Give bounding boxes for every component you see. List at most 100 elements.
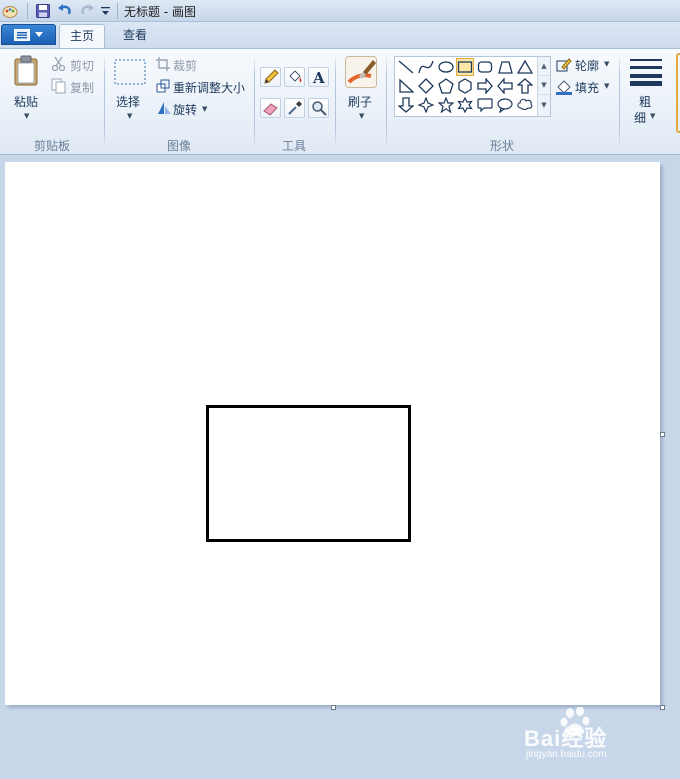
shape-line[interactable] xyxy=(397,58,415,76)
ribbon-tab-strip: 主页 查看 xyxy=(0,22,680,48)
hexagon-shape-icon xyxy=(458,78,472,94)
brush-icon[interactable] xyxy=(345,56,377,88)
outline-button[interactable]: 轮廓 xyxy=(575,57,599,74)
customize-dropdown-icon[interactable] xyxy=(99,3,111,19)
shape-triangle[interactable] xyxy=(516,58,534,76)
text-icon: A xyxy=(312,69,325,85)
fill-button[interactable]: 填充 xyxy=(575,79,599,96)
paint-app-icon[interactable] xyxy=(2,3,18,19)
window-title: 无标题 - 画图 xyxy=(124,5,196,19)
cut-icon xyxy=(51,56,67,72)
save-icon[interactable] xyxy=(35,3,51,19)
shapes-gallery-scroller[interactable]: ▲ ▼ ▼ xyxy=(537,57,550,116)
group-label-image: 图像 xyxy=(167,139,192,153)
shape-five-point-star[interactable] xyxy=(437,96,455,114)
tab-view[interactable]: 查看 xyxy=(113,24,157,48)
rotate-button[interactable]: 旋转 xyxy=(173,101,197,118)
eraser-icon xyxy=(262,103,278,116)
svg-text:A: A xyxy=(312,69,325,85)
shape-oval-callout[interactable] xyxy=(496,96,514,114)
group-label-clipboard: 剪贴板 xyxy=(34,139,71,153)
fill-dropdown-icon[interactable]: ▼ xyxy=(604,82,609,90)
pencil-tool[interactable] xyxy=(260,67,281,87)
shape-up-arrow[interactable] xyxy=(516,77,534,95)
shape-curve[interactable] xyxy=(417,58,435,76)
paint-menu-button[interactable] xyxy=(1,24,56,45)
ribbon-home: 粘贴 ▼ 剪切 复制 剪贴板 选择 ▼ 裁剪 重新调整大小 旋转 ▼ 图像 A xyxy=(0,48,680,155)
resize-icon xyxy=(156,79,170,93)
cloud-callout-shape-icon xyxy=(517,98,533,111)
color-picker-icon xyxy=(287,101,302,115)
tab-home[interactable]: 主页 xyxy=(59,24,106,48)
size-dropdown-icon[interactable]: ▼ xyxy=(650,112,655,120)
canvas-resize-handle-right[interactable] xyxy=(660,432,665,437)
brushes-button[interactable]: 刷子 xyxy=(348,93,372,110)
copy-icon xyxy=(51,78,67,94)
polygon-shape-icon xyxy=(498,61,513,74)
title-bar: 无标题 - 画图 xyxy=(0,0,680,22)
paste-icon[interactable] xyxy=(13,55,41,87)
shape-right-triangle[interactable] xyxy=(397,77,415,95)
size-icon[interactable] xyxy=(630,58,662,86)
select-button[interactable]: 选择 xyxy=(116,93,140,110)
shape-diamond[interactable] xyxy=(417,77,435,95)
select-dropdown-icon[interactable]: ▼ xyxy=(127,112,132,120)
six-point-star-shape-icon xyxy=(457,97,473,113)
select-icon[interactable] xyxy=(114,59,146,85)
pencil-icon xyxy=(263,69,279,84)
pentagon-shape-icon xyxy=(438,78,454,94)
brushes-dropdown-icon[interactable]: ▼ xyxy=(359,112,364,120)
left-arrow-shape-icon xyxy=(497,78,513,94)
outline-icon xyxy=(556,57,572,73)
shape-left-arrow[interactable] xyxy=(496,77,514,95)
cut-button[interactable]: 剪切 xyxy=(70,57,94,74)
color-picker-tool[interactable] xyxy=(284,98,305,118)
resize-button[interactable]: 重新调整大小 xyxy=(173,79,245,96)
text-tool[interactable]: A xyxy=(308,67,329,87)
paste-dropdown-icon[interactable]: ▼ xyxy=(24,112,29,120)
magnifier-tool[interactable] xyxy=(308,98,329,118)
shape-six-point-star[interactable] xyxy=(456,96,474,114)
watermark-subtext: jingyan.baidu.com xyxy=(526,749,607,760)
shape-four-point-star[interactable] xyxy=(417,96,435,114)
outline-dropdown-icon[interactable]: ▼ xyxy=(604,60,609,68)
color1-selector-edge[interactable] xyxy=(676,53,680,133)
shape-rounded-callout[interactable] xyxy=(476,96,494,114)
paste-button[interactable]: 粘贴 xyxy=(14,93,38,110)
rotate-icon xyxy=(156,101,172,115)
four-point-star-shape-icon xyxy=(418,97,434,113)
drawn-rectangle[interactable] xyxy=(206,405,411,542)
gallery-scroll-down-icon[interactable]: ▼ xyxy=(538,76,550,95)
gallery-expand-icon[interactable]: ▼ xyxy=(538,95,550,114)
canvas-resize-handle-bottom[interactable] xyxy=(331,705,336,710)
gallery-scroll-up-icon[interactable]: ▲ xyxy=(538,57,550,76)
size-label-line1[interactable]: 粗 xyxy=(639,93,651,110)
paint-menu-icon xyxy=(14,28,30,41)
fill-bucket-icon xyxy=(288,70,301,83)
right-triangle-shape-icon xyxy=(399,78,414,93)
copy-button[interactable]: 复制 xyxy=(70,79,94,96)
shape-rounded-rectangle[interactable] xyxy=(476,58,494,76)
shape-cloud-callout[interactable] xyxy=(516,96,534,114)
curve-shape-icon xyxy=(418,60,434,74)
shape-oval[interactable] xyxy=(437,58,455,76)
shape-polygon[interactable] xyxy=(496,58,514,76)
down-arrow-shape-icon xyxy=(398,97,414,113)
shape-rectangle[interactable] xyxy=(456,58,474,76)
diamond-shape-icon xyxy=(418,78,434,94)
crop-button[interactable]: 裁剪 xyxy=(173,57,197,74)
eraser-tool[interactable] xyxy=(260,98,281,118)
fill-tool[interactable] xyxy=(284,67,305,87)
shape-pentagon[interactable] xyxy=(437,77,455,95)
rounded-callout-shape-icon xyxy=(477,98,493,113)
size-label-line2[interactable]: 细 xyxy=(634,109,646,126)
rotate-dropdown-icon[interactable]: ▼ xyxy=(202,105,207,113)
triangle-shape-icon xyxy=(517,59,533,74)
shape-right-arrow[interactable] xyxy=(476,77,494,95)
shape-down-arrow[interactable] xyxy=(397,96,415,114)
oval-callout-shape-icon xyxy=(497,98,513,113)
shape-hexagon[interactable] xyxy=(456,77,474,95)
undo-icon[interactable] xyxy=(56,3,74,19)
shapes-gallery: ▲ ▼ ▼ xyxy=(394,56,551,117)
redo-icon[interactable] xyxy=(78,3,96,19)
